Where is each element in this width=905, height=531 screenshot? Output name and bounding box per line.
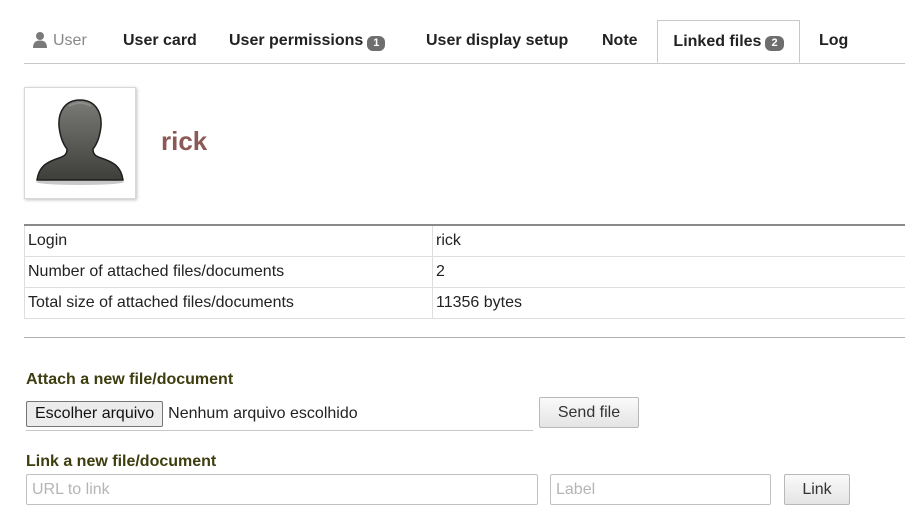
avatar [24, 87, 136, 199]
tab-user-card-label: User card [123, 32, 197, 49]
tab-user-permissions-label: User permissions [229, 32, 364, 49]
avatar-silhouette-icon [36, 99, 124, 185]
label-input[interactable] [550, 474, 771, 505]
info-value: 11356 bytes [432, 287, 905, 319]
no-file-chosen-text: Nenhum arquivo escolhido [168, 405, 358, 422]
info-label: Total size of attached files/documents [24, 287, 433, 319]
tab-user[interactable]: User [32, 20, 87, 62]
table-row: Number of attached files/documents 2 [24, 256, 905, 288]
tab-log-label: Log [819, 32, 849, 49]
info-value: 2 [432, 256, 905, 288]
username-heading: rick [161, 126, 208, 156]
attach-section-title: Attach a new file/document [26, 371, 234, 388]
link-section-title: Link a new file/document [26, 453, 217, 470]
user-info-table: Login rick Number of attached files/docu… [24, 224, 905, 319]
info-label: Number of attached files/documents [24, 256, 433, 288]
linked-files-count-badge: 2 [765, 36, 784, 51]
table-row: Total size of attached files/documents 1… [24, 287, 905, 319]
info-label: Login [24, 225, 433, 257]
tab-user-display-setup-label: User display setup [426, 32, 569, 49]
section-divider [24, 337, 905, 338]
tab-user-label: User [53, 32, 87, 49]
tab-bar: User User card User permissions 1 User d… [24, 20, 905, 64]
tab-user-permissions[interactable]: User permissions 1 [229, 20, 386, 62]
send-file-button[interactable]: Send file [539, 397, 639, 428]
table-row: Login rick [24, 225, 905, 257]
user-icon [32, 31, 48, 49]
link-button[interactable]: Link [784, 474, 850, 505]
permissions-count-badge: 1 [367, 35, 386, 51]
url-input[interactable] [26, 474, 538, 505]
tab-log[interactable]: Log [819, 20, 848, 62]
tab-linked-files[interactable]: Linked files 2 [657, 20, 800, 63]
tab-note[interactable]: Note [602, 20, 638, 62]
info-value: rick [432, 225, 905, 257]
file-input-row: Escolher arquivo Nenhum arquivo escolhid… [26, 398, 533, 431]
tab-user-card[interactable]: User card [123, 20, 197, 62]
tab-linked-files-label: Linked files [673, 32, 762, 50]
tab-note-label: Note [602, 32, 638, 49]
tab-user-display-setup[interactable]: User display setup [426, 20, 568, 62]
choose-file-button[interactable]: Escolher arquivo [26, 401, 164, 427]
